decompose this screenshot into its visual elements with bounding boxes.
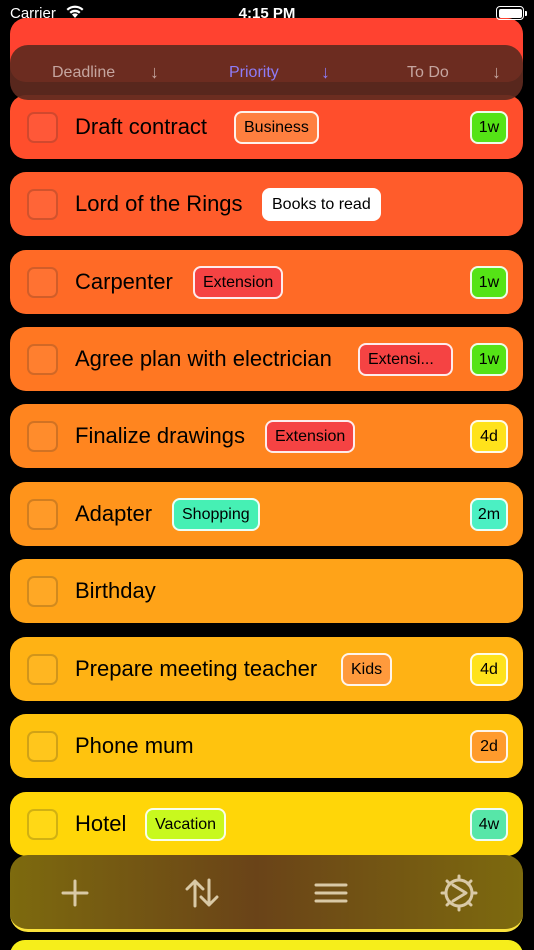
task-row[interactable]: Finalize drawings Extension 4d <box>10 404 523 468</box>
due-badge: 2m <box>470 498 508 531</box>
task-row[interactable]: Draft contract Business 1w <box>10 95 523 159</box>
task-checkbox[interactable] <box>27 112 58 143</box>
sort-option-priority[interactable]: Priority <box>229 45 279 100</box>
task-checkbox[interactable] <box>27 344 58 375</box>
task-title: Phone mum <box>75 733 194 758</box>
task-checkbox[interactable] <box>27 189 58 220</box>
sort-option-deadline[interactable]: Deadline <box>52 45 115 100</box>
task-row[interactable]: Adapter Shopping 2m <box>10 482 523 546</box>
task-title: Agree plan with electrician <box>75 346 332 371</box>
due-badge: 4w <box>470 808 508 841</box>
task-checkbox[interactable] <box>27 421 58 452</box>
tag-shopping[interactable]: Shopping <box>172 498 260 531</box>
task-title: Carpenter <box>75 269 173 294</box>
sort-bar: Deadline ↓ Priority ↓ To Do ↓ <box>10 45 523 100</box>
task-title: Finalize drawings <box>75 423 245 448</box>
tag-books-to-read[interactable]: Books to read <box>262 188 381 221</box>
task-row[interactable]: Prepare meeting teacher Kids 4d <box>10 637 523 701</box>
settings-icon[interactable] <box>439 873 479 913</box>
tag-extension[interactable]: Extension <box>265 420 356 453</box>
plus-icon[interactable] <box>55 873 95 913</box>
bottom-toolbar <box>10 855 523 932</box>
task-row[interactable]: Lord of the Rings Books to read <box>10 172 523 236</box>
task-row[interactable]: Carpenter Extension 1w <box>10 250 523 314</box>
task-title: Adapter <box>75 501 153 526</box>
task-row[interactable]: Birthday <box>10 559 523 623</box>
sort-option-to-do[interactable]: To Do <box>407 45 449 100</box>
task-checkbox[interactable] <box>27 731 58 762</box>
task-title: Draft contract <box>75 114 208 139</box>
due-badge: 1w <box>470 111 508 144</box>
arrow-down-icon[interactable]: ↓ <box>150 45 159 100</box>
due-badge: 1w <box>470 343 508 376</box>
task-checkbox[interactable] <box>27 576 58 607</box>
due-badge: 4d <box>470 653 508 686</box>
task-checkbox[interactable] <box>27 499 58 530</box>
due-badge: 2d <box>470 730 508 763</box>
task-checkbox[interactable] <box>27 809 58 840</box>
battery-icon <box>496 6 527 20</box>
task-row[interactable]: Phone mum 2d <box>10 714 523 778</box>
tag-extension[interactable]: Extensi... <box>358 343 453 376</box>
clock: 4:15 PM <box>238 5 296 22</box>
status-bar: Carrier 4:15 PM <box>0 0 534 28</box>
task-checkbox[interactable] <box>27 267 58 298</box>
tag-extension[interactable]: Extension <box>193 266 284 299</box>
task-row-peek[interactable] <box>10 940 523 950</box>
arrow-down-icon[interactable]: ↓ <box>492 45 501 100</box>
arrow-down-icon[interactable]: ↓ <box>321 45 330 100</box>
tag-kids[interactable]: Kids <box>341 653 393 686</box>
task-title: Hotel <box>75 811 127 836</box>
task-title: Birthday <box>75 578 156 603</box>
task-title: Lord of the Rings <box>75 191 243 216</box>
sort-arrows-icon[interactable] <box>182 873 222 913</box>
menu-icon[interactable] <box>311 873 351 913</box>
tag-business[interactable]: Business <box>234 111 319 144</box>
task-row[interactable]: Agree plan with electrician Extensi... 1… <box>10 327 523 391</box>
task-title: Prepare meeting teacher <box>75 656 318 681</box>
task-row[interactable]: Hotel Vacation 4w <box>10 792 523 856</box>
due-badge: 4d <box>470 420 508 453</box>
task-list: Draft contract Business 1w Lord of the R… <box>0 0 534 950</box>
tag-vacation[interactable]: Vacation <box>145 808 227 841</box>
due-badge: 1w <box>470 266 508 299</box>
task-checkbox[interactable] <box>27 654 58 685</box>
